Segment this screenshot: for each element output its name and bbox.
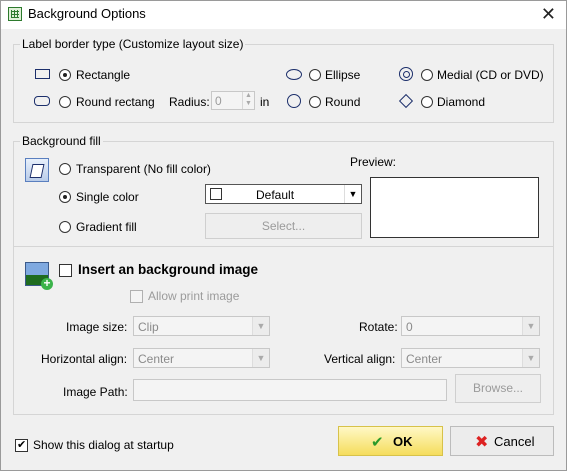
window-title: Background Options bbox=[28, 6, 146, 21]
round-label[interactable]: Round bbox=[325, 95, 360, 109]
horizontal-align-dropdown[interactable]: Center ▼ bbox=[133, 348, 270, 368]
title-bar: Background Options ✕ bbox=[1, 1, 566, 29]
show-at-startup-label[interactable]: Show this dialog at startup bbox=[33, 438, 174, 452]
rectangle-label[interactable]: Rectangle bbox=[76, 68, 130, 82]
preview-label: Preview: bbox=[350, 155, 397, 169]
ok-button-label: OK bbox=[393, 434, 413, 449]
select-button-label: Select... bbox=[261, 219, 306, 233]
round-shape-icon bbox=[287, 94, 301, 108]
ellipse-label[interactable]: Ellipse bbox=[325, 68, 360, 82]
allow-print-checkbox[interactable] bbox=[130, 290, 143, 303]
vertical-align-label: Vertical align: bbox=[324, 352, 396, 366]
chevron-down-icon[interactable]: ▼ bbox=[252, 317, 269, 335]
vertical-align-value: Center bbox=[406, 352, 443, 366]
fill-divider bbox=[13, 246, 554, 247]
image-size-dropdown[interactable]: Clip ▼ bbox=[133, 316, 270, 336]
transparent-label[interactable]: Transparent (No fill color) bbox=[76, 162, 211, 176]
browse-button[interactable]: Browse... bbox=[455, 374, 541, 403]
border-type-group-label: Label border type (Customize layout size… bbox=[20, 37, 246, 51]
transparent-radio[interactable] bbox=[59, 163, 71, 175]
ok-button[interactable]: ✔ OK bbox=[338, 426, 443, 456]
vertical-align-dropdown[interactable]: Center ▼ bbox=[401, 348, 540, 368]
stepper-arrows-icon[interactable]: ▲ ▼ bbox=[242, 92, 254, 109]
round-rect-label[interactable]: Round rectang bbox=[76, 95, 155, 109]
diamond-radio[interactable] bbox=[421, 96, 433, 108]
rotate-dropdown[interactable]: 0 ▼ bbox=[401, 316, 540, 336]
radius-value: 0 bbox=[215, 94, 222, 108]
chevron-down-icon[interactable]: ▼ bbox=[252, 349, 269, 367]
rotate-label: Rotate: bbox=[359, 320, 398, 334]
medial-radio[interactable] bbox=[421, 69, 433, 81]
chevron-down-icon[interactable]: ▼ bbox=[344, 185, 361, 203]
color-swatch bbox=[210, 188, 222, 200]
fill-preview bbox=[370, 177, 539, 238]
medial-shape-icon bbox=[399, 67, 413, 81]
image-size-value: Clip bbox=[138, 320, 159, 334]
chevron-down-icon[interactable]: ▼ bbox=[522, 349, 539, 367]
insert-image-icon bbox=[25, 262, 53, 290]
gradient-fill-label[interactable]: Gradient fill bbox=[76, 220, 137, 234]
cancel-button-label: Cancel bbox=[494, 434, 535, 449]
gradient-fill-radio[interactable] bbox=[59, 221, 71, 233]
border-type-group: Label border type (Customize layout size… bbox=[13, 37, 554, 123]
select-gradient-button[interactable]: Select... bbox=[205, 213, 362, 239]
background-fill-group-label: Background fill bbox=[20, 134, 103, 148]
rectangle-radio[interactable] bbox=[59, 69, 71, 81]
browse-button-label: Browse... bbox=[472, 381, 523, 395]
horizontal-align-value: Center bbox=[138, 352, 175, 366]
image-path-input[interactable] bbox=[133, 379, 447, 401]
single-color-label[interactable]: Single color bbox=[76, 190, 139, 204]
ellipse-shape-icon bbox=[286, 69, 302, 80]
show-at-startup-checkbox[interactable] bbox=[15, 438, 28, 452]
round-radio[interactable] bbox=[309, 96, 321, 108]
radius-label: Radius: bbox=[169, 95, 210, 109]
checkmark-icon: ✔ bbox=[371, 434, 384, 451]
fill-color-value: Default bbox=[256, 188, 295, 202]
close-icon[interactable]: ✕ bbox=[541, 4, 556, 25]
paint-bucket-icon bbox=[25, 158, 49, 182]
ellipse-radio[interactable] bbox=[309, 69, 321, 81]
horizontal-align-label: Horizontal align: bbox=[41, 352, 128, 366]
cancel-button[interactable]: ✖ Cancel bbox=[450, 426, 554, 456]
medial-label[interactable]: Medial (CD or DVD) bbox=[437, 68, 544, 82]
diamond-label[interactable]: Diamond bbox=[437, 95, 485, 109]
radius-unit: in bbox=[260, 95, 270, 109]
cancel-x-icon: ✖ bbox=[475, 434, 489, 451]
fill-color-dropdown[interactable]: Default ▼ bbox=[205, 184, 362, 204]
rotate-value: 0 bbox=[406, 320, 413, 334]
rectangle-shape-icon bbox=[35, 69, 50, 79]
insert-image-label[interactable]: Insert an background image bbox=[78, 262, 258, 277]
background-options-dialog: Background Options ✕ Label border type (… bbox=[0, 0, 567, 471]
app-grid-icon bbox=[8, 7, 22, 21]
image-size-label: Image size: bbox=[66, 320, 128, 334]
single-color-radio[interactable] bbox=[59, 191, 71, 203]
insert-image-checkbox[interactable] bbox=[59, 264, 72, 277]
allow-print-label[interactable]: Allow print image bbox=[148, 289, 239, 303]
radius-stepper[interactable]: 0 ▲ ▼ bbox=[211, 91, 255, 110]
chevron-down-icon[interactable]: ▼ bbox=[522, 317, 539, 335]
image-path-label: Image Path: bbox=[63, 385, 128, 399]
round-rect-shape-icon bbox=[34, 96, 50, 106]
round-rect-radio[interactable] bbox=[59, 96, 71, 108]
